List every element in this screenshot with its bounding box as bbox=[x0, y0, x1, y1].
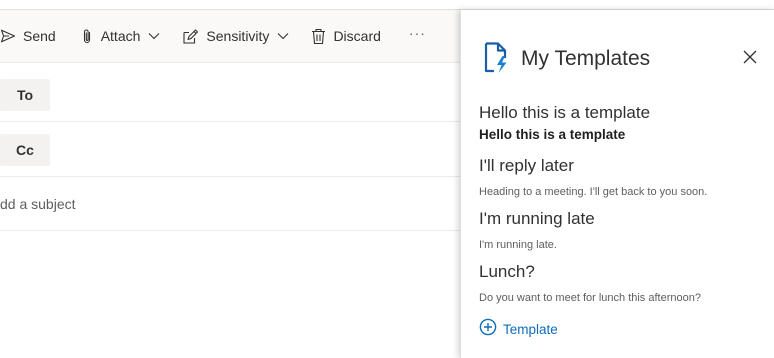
template-title: Lunch? bbox=[479, 262, 535, 281]
compose-form: To Cc dd a subject bbox=[0, 66, 460, 358]
template-title: Hello this is a template bbox=[479, 103, 651, 122]
add-circle-icon bbox=[479, 318, 497, 341]
attach-label: Attach bbox=[100, 28, 141, 44]
sensitivity-button[interactable]: Sensitivity bbox=[176, 20, 295, 52]
discard-label: Discard bbox=[333, 28, 381, 44]
compose-toolbar: Send Attach Sensitivity Discard ··· bbox=[0, 10, 460, 63]
paperclip-icon bbox=[80, 28, 94, 45]
outlook-compose-window: Send Attach Sensitivity Discard ··· To C… bbox=[0, 0, 774, 358]
templates-logo-icon bbox=[483, 42, 511, 79]
to-button[interactable]: To bbox=[0, 79, 50, 111]
template-preview: Hello this is a template bbox=[479, 127, 626, 142]
chevron-down-icon[interactable] bbox=[148, 32, 160, 40]
send-button[interactable]: Send bbox=[0, 20, 62, 52]
close-icon[interactable] bbox=[743, 50, 757, 69]
template-item[interactable]: Lunch? Do you want to meet for lunch thi… bbox=[479, 262, 769, 305]
panel-title: My Templates bbox=[521, 47, 651, 70]
top-border bbox=[0, 0, 774, 10]
to-row: To bbox=[0, 66, 460, 122]
chevron-down-icon[interactable] bbox=[277, 32, 289, 40]
my-templates-panel: My Templates Hello this is a template He… bbox=[460, 10, 774, 358]
template-title: I'm running late bbox=[479, 209, 595, 228]
add-template-label: Template bbox=[503, 322, 558, 337]
template-item[interactable]: I'm running late I'm running late. bbox=[479, 209, 769, 252]
template-item[interactable]: Hello this is a template Hello this is a… bbox=[479, 103, 769, 143]
cc-row: Cc bbox=[0, 121, 460, 177]
discard-button[interactable]: Discard bbox=[305, 20, 386, 52]
template-title: I'll reply later bbox=[479, 156, 574, 175]
template-preview: I'm running late. bbox=[479, 239, 557, 251]
attach-button[interactable]: Attach bbox=[74, 20, 167, 52]
template-preview: Heading to a meeting. I'll get back to y… bbox=[479, 186, 708, 198]
message-body[interactable] bbox=[0, 231, 460, 358]
template-item[interactable]: I'll reply later Heading to a meeting. I… bbox=[479, 156, 769, 199]
subject-input[interactable]: dd a subject bbox=[0, 196, 76, 212]
send-label: Send bbox=[23, 28, 56, 44]
cc-button[interactable]: Cc bbox=[0, 134, 50, 166]
add-template-button[interactable]: Template bbox=[479, 318, 558, 341]
more-options-button[interactable]: ··· bbox=[399, 25, 436, 47]
subject-row: dd a subject bbox=[0, 176, 460, 231]
sensitivity-label: Sensitivity bbox=[206, 28, 270, 44]
sensitivity-icon bbox=[182, 28, 199, 45]
trash-icon bbox=[311, 28, 326, 45]
send-icon bbox=[0, 28, 16, 44]
template-preview: Do you want to meet for lunch this after… bbox=[479, 292, 701, 304]
